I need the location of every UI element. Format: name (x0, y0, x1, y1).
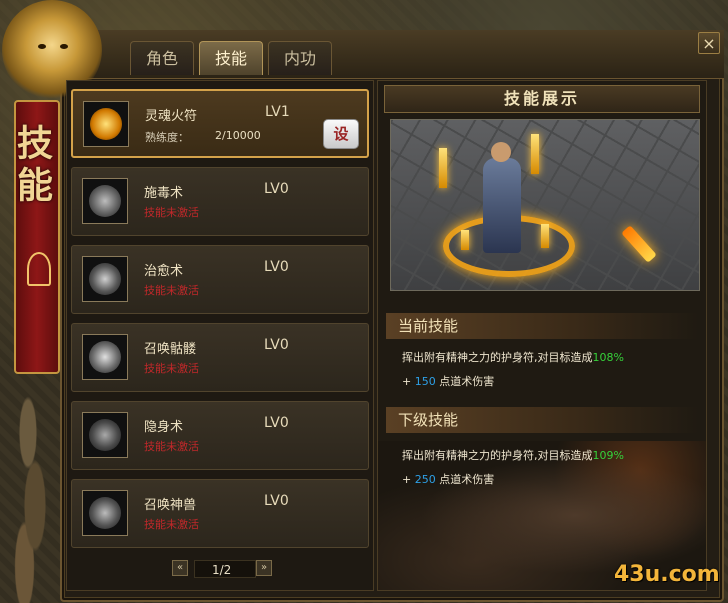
dragon-eye-right (60, 44, 68, 49)
skill-level: LV0 (264, 259, 289, 275)
current-skill-text: 挥出附有精神之力的护身符,对目标造成 (402, 351, 593, 364)
fire-pillar-effect (461, 230, 469, 250)
skill-display-panel: 技能展示 当前技能 挥出附有精神之力的护身符,对目标造成108% + 150 点… (377, 80, 707, 591)
flying-talisman-effect (621, 225, 657, 263)
bonus-prefix: + (402, 473, 415, 486)
fire-pillar-effect (439, 148, 447, 188)
skill-level: LV0 (264, 181, 289, 197)
skill-row-poison[interactable]: 施毒术 LV0 技能未激活 (71, 167, 369, 236)
side-banner: 技能 (11, 100, 60, 374)
soul-fire-glyph (90, 108, 122, 140)
skill-name: 隐身术 (144, 420, 184, 435)
skill-status: 技能未激活 (144, 284, 199, 297)
next-skill-percent: 109% (592, 449, 624, 462)
skill-status: 技能未激活 (144, 362, 199, 375)
poison-glyph (89, 185, 121, 217)
page-indicator: 1/2 (212, 563, 232, 577)
healing-icon (82, 256, 128, 302)
close-button[interactable]: × (698, 32, 720, 54)
skill-list-panel: 灵魂火符 LV1 熟练度： 2/10000 设 施毒术 LV0 技能未激活 治愈… (66, 80, 374, 591)
bonus-suffix: 点道术伤害 (435, 375, 495, 388)
skill-status: 技能未激活 (144, 518, 199, 531)
current-skill-description: 挥出附有精神之力的护身符,对目标造成108% (402, 349, 624, 365)
pagination: « 1/2 » (172, 560, 272, 580)
current-skill-bonus: + 150 点道术伤害 (402, 373, 494, 389)
skill-name: 召唤神兽 (144, 498, 197, 513)
current-skill-percent: 108% (592, 351, 624, 364)
invisibility-glyph (89, 419, 121, 451)
skill-row-invisibility[interactable]: 隐身术 LV0 技能未激活 (71, 401, 369, 470)
dragon-eye-left (38, 44, 46, 49)
banner-ornament-icon (27, 252, 51, 286)
skill-level: LV0 (264, 337, 289, 353)
bonus-prefix: + (402, 375, 415, 388)
skill-level: LV0 (264, 493, 289, 509)
display-title: 技能展示 (384, 85, 700, 113)
next-skill-bonus: + 250 点道术伤害 (402, 471, 494, 487)
skill-preview (390, 119, 700, 291)
prev-page-button[interactable]: « (172, 560, 188, 576)
fire-pillar-effect (531, 134, 539, 174)
skill-name: 施毒术 (144, 186, 184, 201)
taoist-character (483, 158, 521, 253)
skill-level: LV0 (264, 415, 289, 431)
healing-glyph (89, 263, 121, 295)
proficiency-label: 熟练度： (145, 131, 189, 144)
skill-status: 技能未激活 (144, 206, 199, 219)
next-skill-text: 挥出附有精神之力的护身符,对目标造成 (402, 449, 593, 462)
skull-icon (82, 334, 128, 380)
tab-bar: 角色 技能 内功 (130, 41, 332, 75)
skill-name: 灵魂火符 (145, 109, 198, 124)
taoist-character-head (491, 142, 511, 162)
bonus-value: 150 (414, 375, 436, 388)
poison-icon (82, 178, 128, 224)
skill-row-summon-skeleton[interactable]: 召唤骷髅 LV0 技能未激活 (71, 323, 369, 392)
skill-row-soul-fire[interactable]: 灵魂火符 LV1 熟练度： 2/10000 设 (71, 89, 369, 158)
soul-fire-talisman-icon (83, 101, 129, 147)
proficiency-value: 2/10000 (215, 129, 261, 142)
tab-inner-power[interactable]: 内功 (268, 41, 332, 75)
tab-character[interactable]: 角色 (130, 41, 194, 75)
side-banner-title: 技能 (11, 124, 53, 208)
skill-name: 治愈术 (144, 264, 184, 279)
fire-pillar-effect (541, 224, 549, 248)
skull-glyph (89, 341, 121, 373)
site-watermark: 43u.com (614, 562, 720, 587)
next-skill-description: 挥出附有精神之力的护身符,对目标造成109% (402, 447, 624, 463)
skill-row-divine-beast[interactable]: 召唤神兽 LV0 技能未激活 (71, 479, 369, 548)
divine-beast-icon (82, 490, 128, 536)
next-page-button[interactable]: » (256, 560, 272, 576)
divine-beast-glyph (89, 497, 121, 529)
current-skill-heading: 当前技能 (386, 313, 698, 339)
skill-row-healing[interactable]: 治愈术 LV0 技能未激活 (71, 245, 369, 314)
next-skill-heading: 下级技能 (386, 407, 698, 433)
bonus-suffix: 点道术伤害 (435, 473, 495, 486)
bonus-value: 250 (414, 473, 436, 486)
skill-level: LV1 (265, 104, 290, 120)
set-shortcut-button[interactable]: 设 (323, 119, 359, 149)
skill-name: 召唤骷髅 (144, 342, 197, 357)
tab-skills[interactable]: 技能 (199, 41, 263, 75)
invisibility-icon (82, 412, 128, 458)
skill-status: 技能未激活 (144, 440, 199, 453)
